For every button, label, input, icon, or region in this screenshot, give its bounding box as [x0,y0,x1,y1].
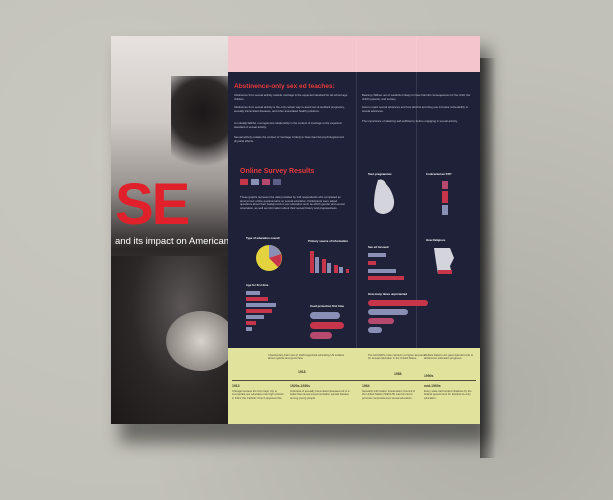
label-used-protection: Used protection first time [310,304,344,308]
label-how-religious: How Religious [426,238,446,242]
survey-intro: These graphs represent the data provided… [240,195,345,210]
label-age-first-time: Age for first time [246,283,269,287]
survey-heading: Online Survey Results [240,168,315,175]
abstinence-para-2: Abstinence from sexual activity is the o… [234,105,345,113]
timeline-text-1990s: Welfare Reform Act gave federal funds to… [424,354,474,361]
timeline-year-1986: 1986 [394,372,402,376]
section-heading-abstinence: Abstinence-only sex ed teaches: [234,83,335,90]
teen-pregnancies-figure [374,179,395,214]
fold-shadow [480,58,496,458]
label-unprotected: How many times unprotected [368,292,408,296]
cover-photo-highlight [166,311,231,371]
how-religious-figure [434,248,454,274]
education-pie-chart [256,245,282,271]
timeline-text-1964: Sexuality Information & Education Counci… [362,390,416,400]
abstinence-para-1: Abstinence from sexual activity outside … [234,93,348,101]
used-protection-chart [310,312,344,339]
abstinence-para-4: Sexual activity outside the context of m… [234,135,344,143]
timeline-text-1918: Chamberlain-Kahn Act of 1918 supported e… [268,354,345,361]
inner-spread: Abstinence-only sex ed teaches: Abstinen… [228,36,480,424]
timeline-year-1964: 1964 [362,384,370,388]
sex-ed-focused-chart [368,253,404,280]
cover-title: SE [115,172,190,237]
unprotected-chart [368,300,428,333]
timeline-text-1920s: Outbreak of sexually transmitted disease… [290,390,350,400]
label-sex-ed-focused: Sex ed focused [368,245,389,249]
pink-top-band [228,36,480,72]
timeline-year-1913: 1913 [232,384,240,388]
timeline-text-mid-1990s: Every state had funded initiatives by th… [424,390,472,400]
age-first-time-bar-chart [246,291,276,331]
timeline-year-1918: 1918 [298,370,306,374]
timeline-year-mid-1990s: mid-1990s [424,384,441,388]
contracted-sti-chart [442,181,448,215]
primary-source-bar-chart [310,251,349,273]
timeline-text-1913: Chicago became the first major city to i… [232,390,284,400]
abstinence-para-3: A mutually faithful, monogamous relation… [234,121,342,129]
timeline-band: Chamberlain-Kahn Act of 1918 supported e… [228,348,480,424]
timeline-year-1990s: 1990s [424,374,434,378]
cover-subtitle: and its impact on American [115,236,230,247]
timeline-year-1920s: 1920s-1930s [290,384,310,388]
abstinence-para-6: How to reject sexual advances and how al… [362,105,469,113]
cover-panel: SE and its impact on American [111,36,231,424]
timeline-text-1986: The HIV/AIDS crisis carried in a higher … [368,354,425,361]
label-primary-source: Primary source of information [308,239,348,243]
abstinence-para-7: The importance of attaining self-suffici… [362,119,458,123]
timeline-axis [232,380,476,381]
survey-legend-swatches [240,179,300,191]
label-teen-pregnancies: Teen pregnancies [368,172,392,176]
cover-photo-face [171,76,231,166]
label-type-of-education: Type of education overall [246,236,280,240]
label-contracted-sti: Contracted an STI? [426,172,452,176]
abstinence-para-5: Bearing children out of wedlock is likel… [362,93,471,101]
